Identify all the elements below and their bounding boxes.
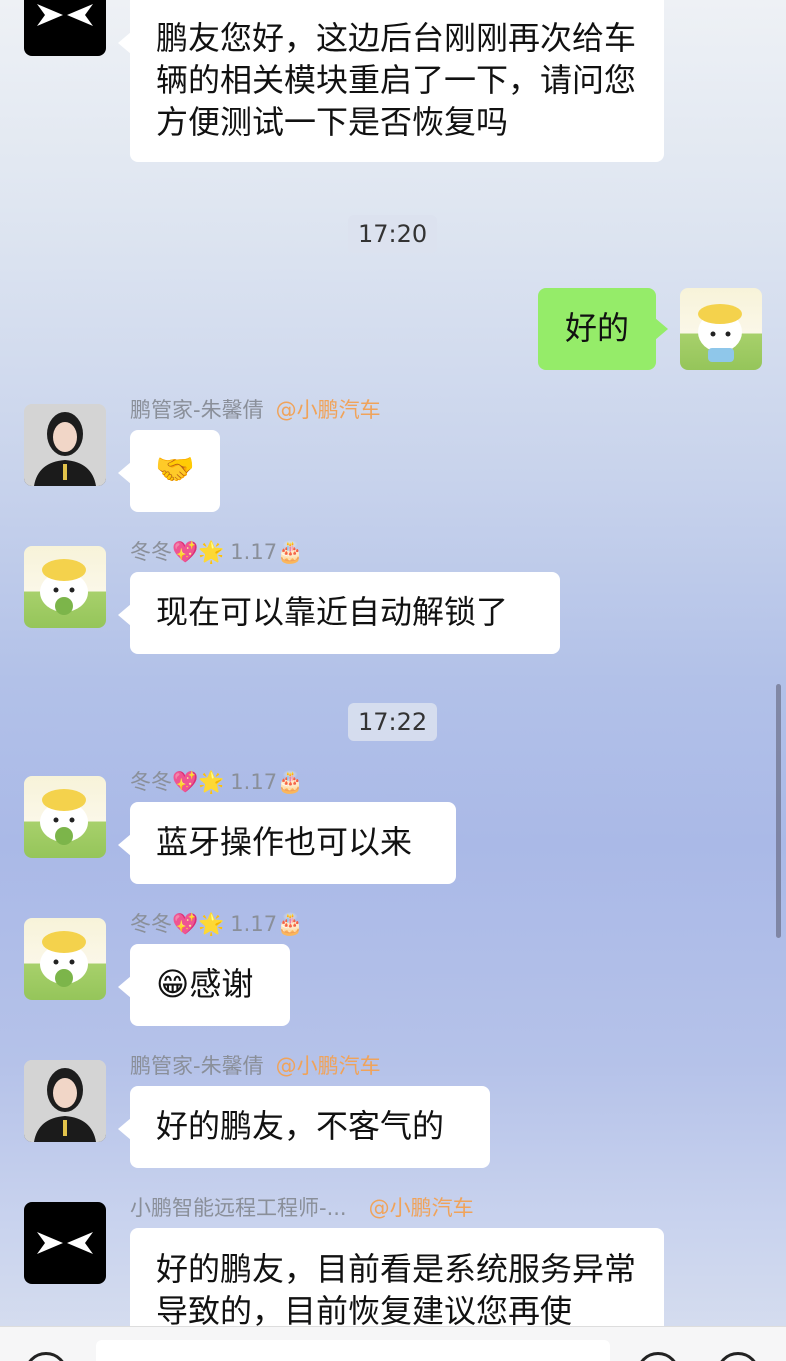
scrollbar[interactable]: [776, 684, 781, 938]
message-text: 好的鹏友，目前看是系统服务异常导致的，目前恢复建议您再使: [156, 1250, 637, 1330]
message-bubble-self[interactable]: 好的: [538, 288, 668, 370]
avatar-photo: [24, 1060, 106, 1142]
message-text: 好的: [564, 309, 629, 347]
org-tag: @小鹏汽车: [275, 398, 381, 422]
sender-name: 鹏管家-朱馨倩 @小鹏汽车: [130, 1052, 381, 1080]
message-input[interactable]: [96, 1340, 610, 1361]
timestamp: 17:22: [348, 703, 438, 741]
sender-tag: 1.17🎂: [230, 540, 304, 564]
sender-name: 冬冬💖🌟 1.17🎂: [130, 910, 303, 938]
sender-label: 冬冬💖🌟: [130, 770, 225, 794]
sender-tag: 1.17🎂: [230, 770, 304, 794]
timestamp: 17:20: [348, 215, 438, 253]
avatar-dongdong[interactable]: [24, 546, 106, 628]
message-bubble[interactable]: 鹏友您好，这边后台刚刚再次给车辆的相关模块重启了一下，请问您方便测试一下是否恢复…: [118, 0, 664, 162]
avatar-photo: [24, 404, 106, 486]
avatar-agent[interactable]: [24, 404, 106, 486]
sender-label: 冬冬💖🌟: [130, 912, 225, 936]
sender-name: 鹏管家-朱馨倩 @小鹏汽车: [130, 396, 381, 424]
avatar-xpeng[interactable]: [24, 0, 106, 56]
message-text: 现在可以靠近自动解锁了: [156, 593, 509, 631]
message-bubble[interactable]: 🤝: [118, 430, 220, 512]
message-text: 好的鹏友，不客气的: [156, 1107, 445, 1145]
message-bubble[interactable]: 现在可以靠近自动解锁了: [118, 572, 560, 654]
sender-name: 冬冬💖🌟 1.17🎂: [130, 538, 303, 566]
message-bubble[interactable]: 蓝牙操作也可以来: [118, 802, 456, 884]
org-tag: @小鹏汽车: [368, 1196, 474, 1220]
sender-name: 小鹏智能远程工程师-... @小鹏汽车: [130, 1194, 474, 1222]
org-tag: @小鹏汽车: [275, 1054, 381, 1078]
sender-label: 小鹏智能远程工程师-...: [130, 1196, 347, 1220]
message-bubble[interactable]: 😁感谢: [118, 944, 290, 1026]
xpeng-logo-icon: [37, 1232, 93, 1254]
handshake-emoji: 🤝: [155, 450, 195, 488]
avatar-dongdong[interactable]: [24, 776, 106, 858]
xpeng-logo-icon: [37, 4, 93, 26]
message-text: 😁感谢: [156, 965, 254, 1003]
avatar-cartoon-image: [40, 789, 88, 845]
message-text: 鹏友您好，这边后台刚刚再次给车辆的相关模块重启了一下，请问您方便测试一下是否恢复…: [156, 19, 637, 141]
message-text: 蓝牙操作也可以来: [156, 823, 413, 861]
avatar-self[interactable]: [680, 288, 762, 370]
avatar-dongdong[interactable]: [24, 918, 106, 1000]
avatar-cartoon-image: [40, 559, 88, 615]
avatar-agent[interactable]: [24, 1060, 106, 1142]
sender-tag: 1.17🎂: [230, 912, 304, 936]
sender-label: 鹏管家-朱馨倩: [130, 398, 264, 422]
avatar-cartoon-image: [40, 931, 88, 987]
sender-label: 鹏管家-朱馨倩: [130, 1054, 264, 1078]
avatar-cartoon-image: [698, 304, 742, 362]
message-bubble[interactable]: 好的鹏友，不客气的: [118, 1086, 490, 1168]
sender-label: 冬冬💖🌟: [130, 540, 225, 564]
sender-name: 冬冬💖🌟 1.17🎂: [130, 768, 303, 796]
avatar-xpeng[interactable]: [24, 1202, 106, 1284]
